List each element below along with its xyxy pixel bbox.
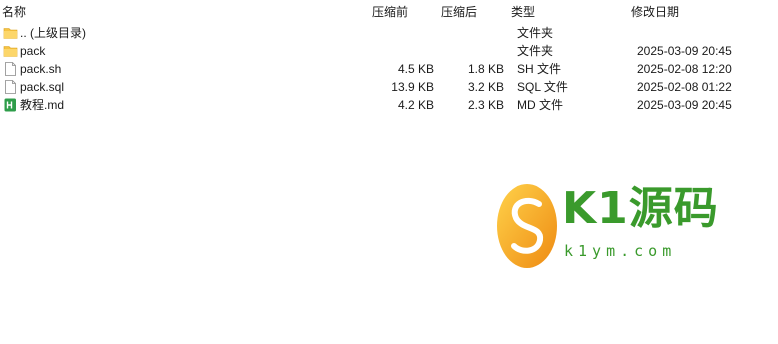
list-item[interactable]: pack.sh 4.5 KB 1.8 KB SH 文件 2025-02-08 1… [0,60,778,78]
file-icon [5,62,16,76]
file-type: 文件夹 [517,26,554,40]
file-size: 4.2 KB [397,98,434,112]
watermark-title: K1源码 [562,183,719,234]
list-item[interactable]: 教程.md 4.2 KB 2.3 KB MD 文件 2025-03-09 20:… [0,96,778,114]
file-modified: 2025-03-09 20:45 [637,98,732,112]
file-compressed-size: 1.8 KB [467,62,504,76]
column-header-type[interactable]: 类型 [511,4,535,20]
list-item[interactable]: pack.sql 13.9 KB 3.2 KB SQL 文件 2025-02-0… [0,78,778,96]
file-compressed-size: 3.2 KB [467,80,504,94]
watermark-url: k1ym.com [564,242,677,260]
file-type: SH 文件 [517,62,562,76]
file-size: 13.9 KB [391,80,434,94]
file-type: SQL 文件 [517,80,568,94]
file-modified: 2025-02-08 01:22 [637,80,732,94]
column-header: 名称 压缩前 压缩后 类型 修改日期 [0,0,778,22]
file-name: pack.sh [20,62,62,76]
list-item[interactable]: pack 文件夹 2025-03-09 20:45 [0,42,778,60]
file-type: MD 文件 [517,98,563,112]
file-modified: 2025-02-08 12:20 [637,62,732,76]
k1ym-logo-icon [497,184,557,268]
watermark-logo: K1源码 k1ym.com [496,182,718,272]
file-size: 4.5 KB [397,62,434,76]
markdown-icon [4,98,16,112]
file-modified: 2025-03-09 20:45 [637,44,732,58]
file-compressed-size: 2.3 KB [467,98,504,112]
file-list: .. (上级目录) 文件夹 pack 文件夹 2025-03-09 20:45 … [0,24,778,114]
file-name: 教程.md [20,98,65,112]
file-name: .. (上级目录) [20,26,86,40]
file-name: pack [20,44,46,58]
folder-icon [3,28,18,39]
folder-icon [3,46,18,57]
file-type: 文件夹 [517,44,554,58]
column-header-modified[interactable]: 修改日期 [631,4,679,20]
list-item[interactable]: .. (上级目录) 文件夹 [0,24,778,42]
file-name: pack.sql [20,80,65,94]
column-header-size[interactable]: 压缩前 [372,4,408,20]
file-icon [5,80,16,94]
column-header-name[interactable]: 名称 [2,4,26,20]
column-header-compressed[interactable]: 压缩后 [441,4,477,20]
